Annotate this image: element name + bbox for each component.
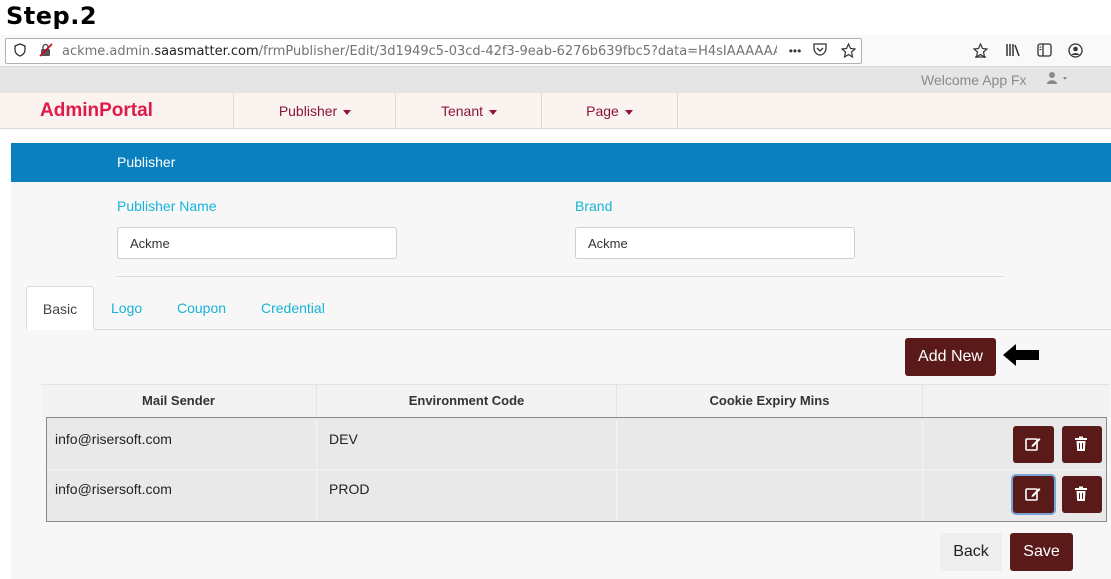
save-button[interactable]: Save xyxy=(1010,533,1073,571)
delete-button[interactable] xyxy=(1062,426,1102,463)
step-title: Step.2 xyxy=(6,2,98,30)
cell-cookie-expiry xyxy=(617,420,923,469)
shield-icon[interactable] xyxy=(12,43,28,59)
brand-label: Brand xyxy=(575,198,613,214)
address-bar[interactable]: ackme.admin.saasmatter.com/frmPublisher/… xyxy=(5,38,862,64)
publisher-name-input[interactable]: Ackme xyxy=(117,227,397,259)
edit-button[interactable] xyxy=(1013,476,1054,513)
edit-button[interactable] xyxy=(1013,426,1054,463)
column-header-cookie-expiry[interactable]: Cookie Expiry Mins xyxy=(617,385,923,418)
bookmark-star-icon[interactable] xyxy=(840,42,856,59)
cell-cookie-expiry xyxy=(617,470,923,520)
reading-list-icon[interactable] xyxy=(971,42,989,59)
tab-credential[interactable]: Credential xyxy=(261,286,325,330)
tab-logo[interactable]: Logo xyxy=(111,286,142,330)
column-header-actions xyxy=(923,385,1110,418)
column-header-environment-code[interactable]: Environment Code xyxy=(317,385,617,418)
library-icon[interactable] xyxy=(1004,43,1022,59)
cell-mail-sender: info@risersoft.com xyxy=(47,420,317,469)
brand-logo[interactable]: AdminPortal xyxy=(40,100,153,122)
pointer-arrow-icon xyxy=(1003,344,1039,366)
grid-body: info@risersoft.com DEV info@risersoft.co… xyxy=(46,417,1107,522)
trash-icon xyxy=(1075,486,1087,501)
edit-icon xyxy=(1025,488,1041,501)
user-menu-icon[interactable] xyxy=(1046,71,1072,88)
insecure-lock-icon[interactable] xyxy=(38,43,54,59)
grid-header: Mail Sender Environment Code Cookie Expi… xyxy=(41,384,1110,418)
nav-page[interactable]: Page xyxy=(541,93,678,129)
welcome-text: Welcome App Fx xyxy=(921,72,1027,88)
nav-tenant[interactable]: Tenant xyxy=(395,93,542,129)
trash-icon xyxy=(1075,436,1087,451)
main-nav: AdminPortal Publisher Tenant Page xyxy=(0,93,1111,129)
column-header-mail-sender[interactable]: Mail Sender xyxy=(41,385,317,418)
edit-icon xyxy=(1025,438,1041,451)
pocket-icon[interactable] xyxy=(812,43,828,59)
url-text[interactable]: ackme.admin.saasmatter.com/frmPublisher/… xyxy=(62,44,777,59)
cell-mail-sender: info@risersoft.com xyxy=(47,470,317,520)
add-new-button[interactable]: Add New xyxy=(905,338,996,376)
caret-down-icon xyxy=(624,109,633,115)
panel-header: Publisher xyxy=(11,143,1111,182)
nav-publisher[interactable]: Publisher xyxy=(233,93,396,129)
cell-environment-code: DEV xyxy=(317,420,617,469)
tab-coupon[interactable]: Coupon xyxy=(177,286,226,330)
back-button[interactable]: Back xyxy=(940,533,1002,571)
more-actions-icon[interactable]: ••• xyxy=(784,43,806,59)
caret-down-icon xyxy=(343,109,352,115)
form-divider xyxy=(117,276,1004,277)
cell-environment-code: PROD xyxy=(317,470,617,520)
browser-toolbar: ackme.admin.saasmatter.com/frmPublisher/… xyxy=(0,35,1111,67)
top-user-bar: Welcome App Fx xyxy=(0,67,1111,93)
tab-basic[interactable]: Basic xyxy=(26,286,94,330)
account-icon[interactable] xyxy=(1066,43,1084,59)
panel-title: Publisher xyxy=(117,154,176,170)
table-row[interactable]: info@risersoft.com DEV xyxy=(47,420,1106,470)
brand-input[interactable]: Ackme xyxy=(575,227,855,259)
caret-down-icon xyxy=(489,109,498,115)
sidebar-icon[interactable] xyxy=(1035,43,1053,59)
delete-button[interactable] xyxy=(1062,476,1102,513)
publisher-name-label: Publisher Name xyxy=(117,198,217,214)
table-row[interactable]: info@risersoft.com PROD xyxy=(47,470,1106,520)
